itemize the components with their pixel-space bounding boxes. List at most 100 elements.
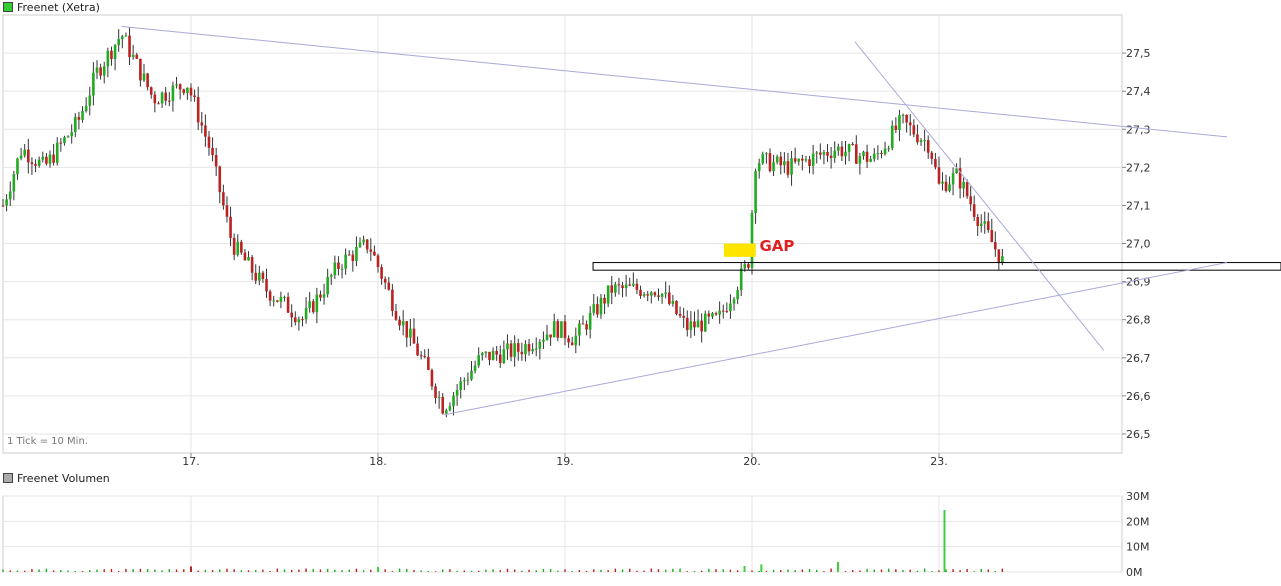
candle-body — [196, 96, 200, 123]
candle-body — [398, 319, 401, 326]
candle-body — [894, 125, 898, 130]
volume-bar — [902, 570, 904, 572]
candle-body — [135, 54, 139, 59]
candle-body — [711, 313, 714, 317]
candle-body — [567, 338, 570, 343]
volume-bar — [593, 569, 595, 572]
candle-body — [858, 156, 862, 164]
volume-bar — [700, 570, 703, 572]
volume-bar — [276, 568, 279, 572]
candle-body — [157, 103, 160, 105]
candle-body — [484, 351, 488, 354]
volume-bar — [895, 569, 897, 572]
volume-bar — [334, 569, 336, 572]
candle-body — [95, 67, 99, 73]
volume-bar — [283, 569, 286, 572]
volume-bar — [52, 570, 55, 572]
candle-body — [513, 343, 516, 357]
candle-body — [376, 255, 380, 268]
volume-bar — [219, 569, 221, 572]
volume-bar — [175, 569, 178, 572]
candle-body — [542, 339, 545, 342]
candle-body — [822, 152, 826, 155]
candle-body — [437, 397, 441, 399]
volume-bar — [513, 569, 516, 572]
candle-body — [326, 276, 329, 295]
candle-body — [862, 151, 865, 157]
candle-body — [153, 94, 157, 104]
candle-body — [887, 148, 890, 150]
candle-body — [452, 395, 455, 407]
candle-body — [5, 199, 8, 206]
candle-body — [355, 246, 358, 262]
volume-bar — [132, 569, 134, 572]
candle-body — [819, 152, 822, 155]
volume-bar — [772, 569, 775, 572]
volume-legend-swatch — [3, 473, 13, 483]
candle-body — [725, 310, 729, 312]
volume-bar — [549, 568, 552, 572]
candle-body — [290, 312, 293, 318]
candle-body — [524, 344, 527, 355]
candle-body — [445, 410, 448, 414]
y-tick-label: 26,8 — [1126, 314, 1151, 327]
candle-body — [502, 349, 506, 364]
volume-bar — [290, 569, 293, 572]
candle-body — [736, 290, 739, 300]
candle-body — [250, 257, 254, 273]
candle-body — [142, 73, 146, 81]
volume-bar — [686, 571, 688, 572]
candle-body — [990, 230, 994, 243]
volume-bar — [600, 569, 602, 572]
volume-bar — [887, 568, 890, 572]
candle-body — [441, 397, 445, 414]
volume-bar — [298, 569, 300, 572]
candle-body — [657, 295, 660, 297]
candle-body — [912, 125, 916, 135]
candle-body — [815, 152, 819, 154]
candle-body — [632, 283, 635, 286]
candle-body — [149, 87, 153, 95]
volume-bar — [571, 571, 573, 572]
candle-body — [516, 343, 520, 352]
candle-body — [409, 328, 412, 338]
candle-body — [538, 341, 542, 349]
volume-bar — [528, 569, 530, 572]
volume-bar — [973, 571, 975, 572]
volume-y-tick-label: 0M — [1126, 566, 1143, 579]
candle-body — [258, 272, 261, 281]
candle-body — [254, 272, 258, 281]
candle-body — [45, 156, 48, 164]
candle-body — [322, 294, 326, 298]
candle-body — [628, 284, 632, 286]
candle-body — [969, 196, 972, 205]
candle-body — [1001, 256, 1004, 264]
candle-body — [423, 356, 427, 358]
volume-bar — [794, 569, 796, 572]
volume-legend: Freenet Volumen — [3, 471, 110, 485]
x-tick-label: 20. — [743, 455, 761, 468]
candle-body — [405, 321, 409, 338]
volume-bar — [427, 571, 430, 572]
candle-body — [106, 50, 110, 67]
volume-bar — [413, 570, 415, 572]
candle-body — [168, 100, 171, 102]
volume-bar — [492, 569, 494, 572]
candle-body — [563, 321, 567, 339]
candle-body — [218, 166, 222, 193]
candle-body — [124, 35, 128, 37]
volume-bar — [406, 568, 408, 572]
candle-body — [337, 262, 340, 269]
volume-bar — [987, 569, 989, 572]
candle-body — [189, 87, 193, 96]
volume-bar — [909, 569, 911, 572]
candle-body — [721, 310, 725, 312]
candle-body — [664, 292, 667, 294]
candle-body — [308, 301, 311, 308]
candle-body — [570, 342, 574, 346]
volume-bar — [643, 570, 645, 572]
candle-body — [811, 153, 815, 166]
candle-body — [466, 379, 470, 381]
candle-body — [642, 294, 646, 296]
volume-bar — [319, 569, 322, 572]
